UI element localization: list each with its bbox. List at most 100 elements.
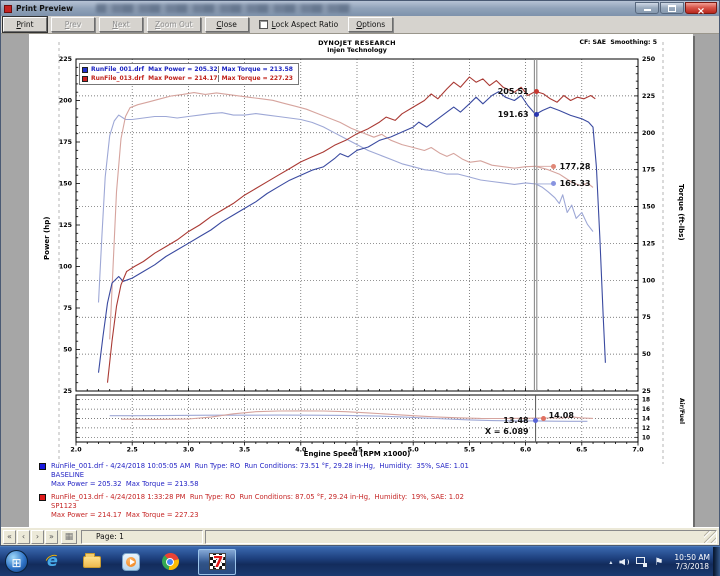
resize-grip[interactable] [704, 530, 716, 543]
svg-text:12: 12 [642, 426, 650, 432]
svg-text:14: 14 [642, 417, 650, 423]
svg-text:150: 150 [59, 181, 73, 188]
svg-text:150: 150 [642, 204, 656, 211]
cursor-marker-power-blue [534, 111, 540, 117]
winpep7-icon [208, 553, 226, 571]
cursor-marker-afr-red [541, 415, 547, 421]
report-page: 225 200 175 150 125 100 75 50 25 250 225 200 175 150 1… [29, 34, 693, 527]
svg-text:250: 250 [642, 56, 656, 63]
maximize-icon [668, 4, 676, 12]
last-page-button[interactable] [45, 529, 58, 544]
svg-text:100: 100 [642, 277, 656, 284]
run-info-block: RunFile_001.drf - 4/24/2018 10:05:05 AM … [39, 462, 469, 524]
svg-text:200: 200 [642, 130, 656, 137]
tray-expand-icon[interactable] [609, 559, 612, 566]
network-icon[interactable] [636, 557, 648, 567]
page-layout-icon[interactable] [61, 529, 77, 544]
svg-text:16: 16 [642, 407, 650, 413]
first-page-button[interactable] [3, 529, 16, 544]
cursor-marker-power-red [534, 88, 540, 94]
volume-icon[interactable] [619, 558, 630, 567]
svg-text:100: 100 [59, 264, 73, 271]
minimize-button[interactable] [635, 2, 659, 14]
legend-row-baseline: RunFile_001.drf Max Power = 205.32 Max T… [82, 65, 296, 74]
taskbar: 10:50 AM 7/3/2018 [0, 546, 720, 576]
show-desktop-button[interactable] [713, 547, 720, 576]
svg-text:75: 75 [63, 305, 72, 312]
lock-aspect-ratio-label: Lock Aspect Ratio [271, 20, 339, 29]
cursor-value-torque-red: 177.28 [559, 161, 591, 171]
media-player-icon [122, 552, 140, 571]
start-button[interactable] [5, 550, 28, 573]
legend-swatch-red [82, 75, 88, 82]
power-axis-label: Power (hp) [43, 216, 51, 260]
svg-text:50: 50 [642, 351, 651, 358]
close-window-button[interactable] [685, 2, 717, 14]
next-button[interactable]: Next [99, 17, 143, 32]
maximize-button[interactable] [660, 2, 684, 14]
clock-time: 10:50 AM [674, 553, 710, 562]
page-indicator: Page: 1 [81, 529, 203, 544]
taskbar-item-file-explorer[interactable] [79, 549, 105, 575]
print-preview-window: Print Preview Print Prev Next Zoom Out C… [0, 0, 720, 546]
correction-factor-label: CF: SAE Smoothing: 5 [579, 39, 658, 46]
close-icon [697, 0, 705, 18]
prev-button[interactable]: Prev [51, 17, 95, 32]
lock-aspect-ratio-checkbox[interactable] [258, 20, 268, 29]
window-title: Print Preview [16, 4, 74, 13]
svg-text:200: 200 [59, 98, 73, 105]
next-page-button[interactable] [31, 529, 44, 544]
taskbar-item-internet-explorer[interactable] [40, 549, 66, 575]
preview-area: 225 200 175 150 125 100 75 50 25 250 225 200 175 150 1… [1, 34, 719, 527]
run-maxima: Max Power = 205.32 Max Torque = 213.58 [51, 480, 199, 488]
cursor-value-afr-red: 14.08 [548, 411, 574, 421]
run-conditions: RunFile_013.drf - 4/24/2018 1:33:28 PM R… [51, 493, 464, 501]
redacted-title-text [96, 4, 351, 13]
legend-max-power: Max Power = 214.17 [148, 75, 218, 82]
cursor-value-afr-blue: 13.48 [503, 416, 529, 426]
taskbar-item-chrome[interactable] [157, 549, 183, 575]
folder-icon [83, 552, 101, 568]
close-preview-button[interactable]: Close [204, 17, 249, 32]
taskbar-clock[interactable]: 10:50 AM 7/3/2018 [674, 553, 710, 571]
chart-legend: RunFile_001.drf Max Power = 205.32 Max T… [79, 63, 299, 85]
minimize-icon [643, 9, 651, 11]
cursor-x-value: X = 6.089 [484, 426, 529, 436]
run-maxima: Max Power = 214.17 Max Torque = 227.23 [51, 511, 199, 519]
cursor-value-torque-blue: 165.33 [559, 179, 591, 189]
statusbar: Page: 1 [1, 527, 719, 545]
svg-text:225: 225 [59, 56, 72, 63]
window-controls [635, 2, 717, 14]
taskbar-item-dyno-app-active[interactable] [198, 548, 236, 575]
legend-max-power: Max Power = 205.32 [148, 66, 218, 73]
svg-text:175: 175 [59, 139, 72, 146]
cursor-value-power-red: 205.51 [497, 86, 529, 96]
zoom-out-button[interactable]: Zoom Out [147, 17, 201, 32]
run-info-sp1123: RunFile_013.drf - 4/24/2018 1:33:28 PM R… [39, 493, 469, 520]
system-tray: 10:50 AM 7/3/2018 [609, 547, 712, 576]
action-center-flag-icon[interactable] [654, 557, 665, 568]
clock-date: 7/3/2018 [675, 562, 710, 571]
cursor-marker-torque-red [551, 163, 557, 169]
svg-text:25: 25 [63, 388, 72, 395]
cursor-value-power-blue: 191.63 [497, 109, 529, 119]
legend-file: RunFile_013.drf [91, 75, 145, 82]
legend-row-sp1123: RunFile_013.drf Max Power = 214.17 Max T… [82, 74, 296, 83]
desktop-screen: Print Preview Print Prev Next Zoom Out C… [0, 0, 720, 576]
report-subtitle: Injen Technology [327, 47, 387, 54]
run-info-baseline: RunFile_001.drf - 4/24/2018 10:05:05 AM … [39, 462, 469, 489]
svg-text:175: 175 [642, 167, 655, 174]
titlebar[interactable]: Print Preview [1, 1, 719, 16]
options-button[interactable]: Options [348, 17, 394, 32]
run-name: SP1123 [51, 502, 77, 510]
taskbar-item-media-player[interactable] [118, 549, 144, 575]
legend-file: RunFile_001.drf [91, 66, 145, 73]
svg-text:10: 10 [642, 435, 650, 441]
toolbar: Print Prev Next Zoom Out Close Lock Aspe… [1, 16, 719, 34]
statusbar-filler [205, 529, 717, 544]
prev-page-button[interactable] [17, 529, 30, 544]
run-conditions: RunFile_001.drf - 4/24/2018 10:05:05 AM … [51, 462, 469, 470]
print-button[interactable]: Print [2, 16, 48, 33]
svg-text:125: 125 [642, 240, 655, 247]
legend-max-torque: Max Torque = 213.58 [217, 66, 302, 73]
